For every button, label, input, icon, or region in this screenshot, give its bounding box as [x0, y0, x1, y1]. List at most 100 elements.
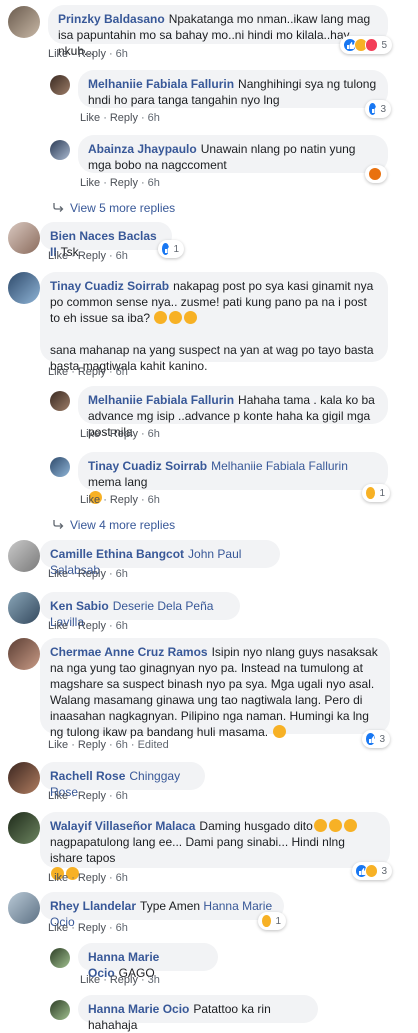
- laughing-emoji-icon: [184, 311, 198, 324]
- comment-author[interactable]: Chermae Anne Cruz Ramos: [50, 645, 208, 659]
- reaction-summary[interactable]: 3: [365, 100, 391, 118]
- like-button[interactable]: Like: [48, 48, 68, 60]
- reaction-count: 5: [381, 39, 387, 51]
- reaction-count: 3: [379, 733, 385, 745]
- comment-time[interactable]: 3h: [148, 974, 160, 986]
- reaction-summary[interactable]: 1: [158, 240, 184, 258]
- reply-button[interactable]: Reply: [110, 428, 138, 440]
- comment-author[interactable]: Camille Ethina Bangcot: [50, 547, 184, 561]
- avatar[interactable]: [8, 592, 40, 624]
- comment-author[interactable]: Walayif Villaseñor Malaca: [50, 819, 195, 833]
- comment-item: Bien Naces Baclas II Tsk 1 Like · Reply · 6h: [0, 222, 418, 266]
- reaction-summary[interactable]: [365, 165, 387, 183]
- reply-button[interactable]: Reply: [78, 366, 106, 378]
- comment-bubble: Prinzky Baldasano Npakatanga mo nman..ika…: [48, 5, 388, 58]
- reply-item: Abainza Jhaypaulo Unawain nlang po natin …: [0, 135, 418, 191]
- avatar[interactable]: [8, 6, 40, 38]
- avatar[interactable]: [8, 812, 40, 844]
- reply-button[interactable]: Reply: [78, 48, 106, 60]
- like-button[interactable]: Like: [48, 366, 68, 378]
- comment-actions: Like · Reply · 6h: [48, 366, 128, 378]
- comment-author[interactable]: Abainza Jhaypaulo: [88, 142, 197, 156]
- like-button[interactable]: Like: [48, 568, 68, 580]
- avatar[interactable]: [50, 75, 70, 95]
- like-button[interactable]: Like: [80, 177, 100, 189]
- reaction-summary[interactable]: 1: [362, 484, 390, 502]
- like-reaction-icon: [161, 242, 173, 256]
- comment-time[interactable]: 6h: [116, 250, 128, 262]
- reply-button[interactable]: Reply: [78, 922, 106, 934]
- comment-item: Rhey Llandelar Type Amen Hanna Marie Ocio…: [0, 892, 418, 936]
- comment-time[interactable]: 6h: [148, 494, 160, 506]
- comment-item: Camille Ethina Bangcot John Paul Salabsab…: [0, 540, 418, 584]
- reply-button[interactable]: Reply: [110, 177, 138, 189]
- reply-button[interactable]: Reply: [78, 250, 106, 262]
- like-button[interactable]: Like: [48, 790, 68, 802]
- edited-label[interactable]: Edited: [138, 739, 169, 751]
- avatar[interactable]: [8, 638, 40, 670]
- comment-time[interactable]: 6h: [116, 739, 128, 751]
- love-reaction-icon: [364, 38, 379, 52]
- view-more-replies-label: View 5 more replies: [70, 201, 176, 215]
- comment-thread: Prinzky Baldasano Npakatanga mo nman..ika…: [0, 0, 418, 1032]
- reply-button[interactable]: Reply: [78, 739, 106, 751]
- comment-author[interactable]: Prinzky Baldasano: [58, 12, 165, 26]
- comment-time[interactable]: 6h: [116, 790, 128, 802]
- avatar[interactable]: [50, 1000, 70, 1020]
- avatar[interactable]: [8, 762, 40, 794]
- reaction-summary[interactable]: 5: [340, 36, 392, 54]
- avatar[interactable]: [8, 272, 40, 304]
- mention-link[interactable]: Melhaniie Fabiala Fallurin: [211, 459, 348, 473]
- comment-time[interactable]: 6h: [116, 568, 128, 580]
- comment-author[interactable]: Tinay Cuadiz Soirrab: [88, 459, 207, 473]
- reply-button[interactable]: Reply: [78, 568, 106, 580]
- comment-bubble: Hanna Marie Ocio GAGO: [78, 943, 218, 980]
- comment-text: Type Amen: [140, 899, 201, 913]
- reply-button[interactable]: Reply: [110, 112, 138, 124]
- comment-time[interactable]: 6h: [116, 620, 128, 632]
- like-button[interactable]: Like: [80, 974, 100, 986]
- reply-item: Hanna Marie Ocio Patattoo ka rin hahahaja: [0, 995, 418, 1032]
- like-button[interactable]: Like: [80, 112, 100, 124]
- comment-time[interactable]: 6h: [116, 366, 128, 378]
- comment-time[interactable]: 6h: [148, 428, 160, 440]
- like-button[interactable]: Like: [80, 428, 100, 440]
- reaction-summary[interactable]: 1: [258, 912, 286, 930]
- avatar[interactable]: [50, 948, 70, 968]
- comment-author[interactable]: Rhey Llandelar: [50, 899, 136, 913]
- reply-button[interactable]: Reply: [78, 620, 106, 632]
- comment-author[interactable]: Tinay Cuadiz Soirrab: [50, 279, 169, 293]
- comment-bubble: Rachell Rose Chinggay Rose: [40, 762, 205, 799]
- avatar[interactable]: [8, 540, 40, 572]
- reply-button[interactable]: Reply: [78, 790, 106, 802]
- comment-time[interactable]: 6h: [148, 177, 160, 189]
- like-button[interactable]: Like: [48, 872, 68, 884]
- like-button[interactable]: Like: [80, 494, 100, 506]
- avatar[interactable]: [50, 391, 70, 411]
- comment-time[interactable]: 6h: [116, 48, 128, 60]
- comment-time[interactable]: 6h: [148, 112, 160, 124]
- comment-author[interactable]: Ken Sabio: [50, 599, 109, 613]
- comment-author[interactable]: Melhaniie Fabiala Fallurin: [88, 393, 234, 407]
- view-more-replies-link[interactable]: View 4 more replies: [52, 517, 175, 533]
- view-more-replies-link[interactable]: View 5 more replies: [52, 200, 175, 216]
- reaction-summary[interactable]: 3: [352, 862, 392, 880]
- avatar[interactable]: [8, 892, 40, 924]
- reply-button[interactable]: Reply: [78, 872, 106, 884]
- comment-author[interactable]: Melhaniie Fabiala Fallurin: [88, 77, 234, 91]
- comment-author[interactable]: Rachell Rose: [50, 769, 125, 783]
- reply-button[interactable]: Reply: [110, 494, 138, 506]
- comment-actions: Like · Reply · 6h · Edited: [48, 739, 169, 751]
- like-button[interactable]: Like: [48, 922, 68, 934]
- like-button[interactable]: Like: [48, 620, 68, 632]
- like-button[interactable]: Like: [48, 739, 68, 751]
- comment-author[interactable]: Hanna Marie Ocio: [88, 1002, 189, 1016]
- avatar[interactable]: [8, 222, 40, 254]
- like-button[interactable]: Like: [48, 250, 68, 262]
- avatar[interactable]: [50, 457, 70, 477]
- reply-button[interactable]: Reply: [110, 974, 138, 986]
- reaction-summary[interactable]: 3: [362, 730, 390, 748]
- avatar[interactable]: [50, 140, 70, 160]
- comment-time[interactable]: 6h: [116, 922, 128, 934]
- comment-time[interactable]: 6h: [116, 872, 128, 884]
